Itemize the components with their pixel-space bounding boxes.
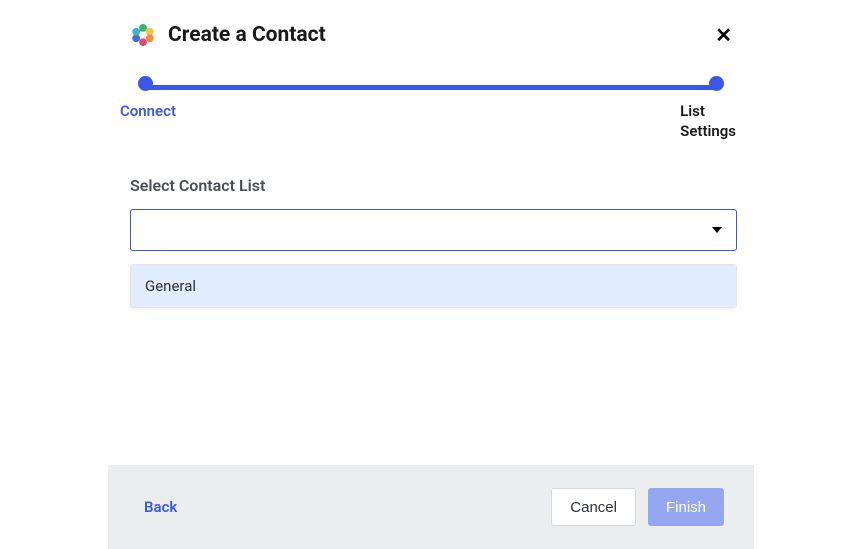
close-icon[interactable]: ✕	[715, 25, 732, 45]
finish-button[interactable]: Finish	[648, 488, 724, 526]
progress-stepper: Connect List Settings	[110, 76, 752, 136]
back-button[interactable]: Back	[144, 498, 177, 516]
caret-down-icon	[712, 227, 722, 233]
dialog-title: Create a Contact	[168, 23, 326, 47]
step-label: Connect	[120, 101, 176, 121]
step-dot-icon	[138, 76, 153, 91]
stepper-track	[145, 85, 717, 90]
step-dot-icon	[709, 76, 724, 91]
form-area: Select Contact List General	[0, 136, 862, 308]
app-logo-icon	[130, 22, 156, 48]
step-list-settings[interactable]: List Settings	[668, 76, 724, 142]
step-connect[interactable]: Connect	[138, 76, 194, 121]
step-label: List Settings	[680, 101, 736, 142]
dropdown-option-general[interactable]: General	[131, 265, 736, 307]
footer-buttons: Cancel Finish	[551, 488, 724, 526]
dialog-footer: Back Cancel Finish	[108, 465, 754, 549]
contact-list-label: Select Contact List	[130, 176, 737, 195]
contact-list-dropdown: General	[130, 264, 737, 308]
contact-list-select[interactable]	[130, 209, 737, 251]
dialog-header: Create a Contact ✕	[0, 0, 862, 48]
cancel-button[interactable]: Cancel	[551, 488, 636, 526]
header-left: Create a Contact	[130, 22, 326, 48]
